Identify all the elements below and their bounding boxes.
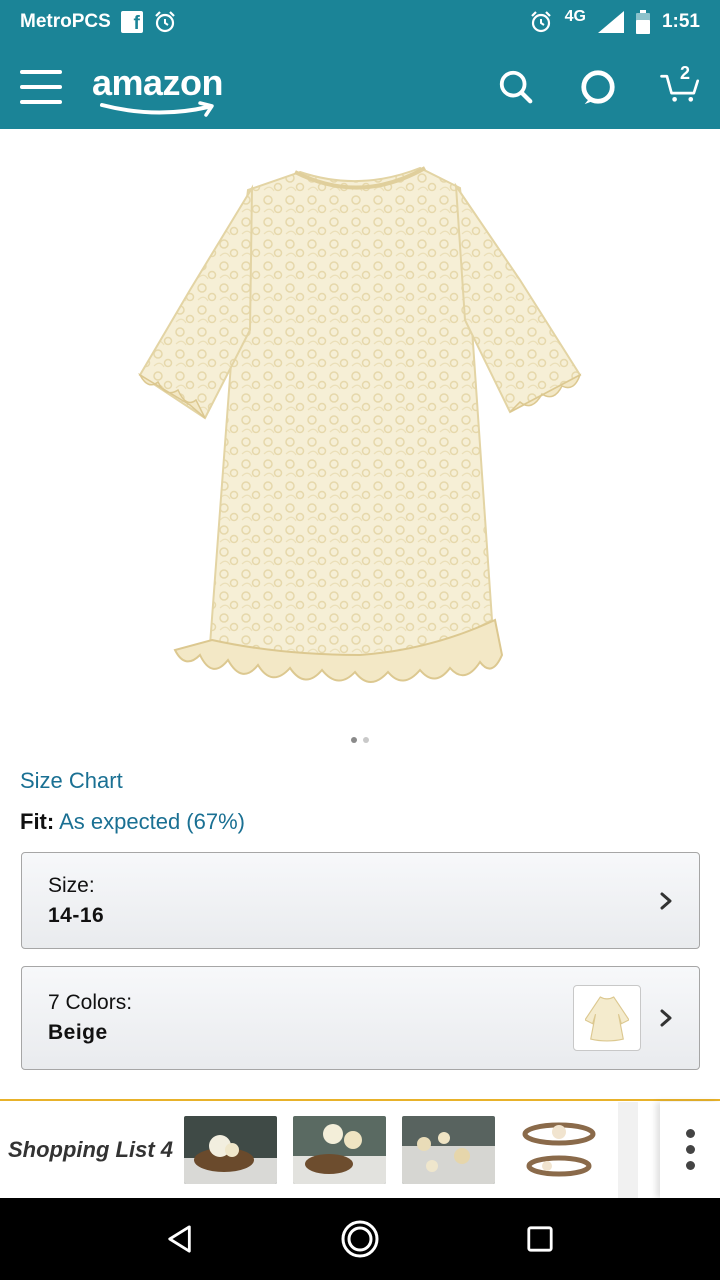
system-nav-bar [0, 1198, 720, 1280]
alarm-icon [530, 11, 551, 33]
size-value: 14-16 [48, 903, 105, 927]
shopping-list-thumbs [184, 1101, 638, 1198]
color-label: 7 Colors: [48, 991, 133, 1014]
alarm-icon [155, 11, 175, 33]
clock: 1:51 [661, 11, 700, 32]
carrier-name: MetroPCS [20, 11, 111, 32]
color-value: Beige [48, 1021, 108, 1044]
fit-info: Fit: As expected (67%) [20, 809, 245, 835]
list-item-thumbnail[interactable] [618, 1101, 638, 1198]
menu-icon[interactable] [20, 69, 62, 104]
shopping-list-title[interactable]: Shopping List 4 [0, 1137, 180, 1163]
cart-icon[interactable]: 2 [660, 63, 700, 107]
list-item-thumbnail[interactable] [184, 1115, 277, 1184]
header-actions: 2 [496, 63, 700, 107]
fit-value-link[interactable]: As expected (67%) [59, 809, 245, 834]
battery-icon [635, 10, 650, 34]
chevron-right-icon [660, 892, 672, 909]
shopping-list-bar: Shopping List 4 [0, 1099, 720, 1198]
chevron-right-icon [660, 1009, 672, 1027]
recents-icon[interactable] [518, 1217, 562, 1261]
signal-icon [597, 11, 624, 33]
search-icon[interactable] [496, 67, 536, 107]
status-right: 4G 1:51 [529, 8, 700, 34]
network-type: 4G [564, 8, 586, 25]
carousel-dot [363, 737, 369, 743]
product-image[interactable] [130, 150, 590, 700]
cart-count: 2 [680, 62, 691, 83]
color-selector[interactable]: 7 Colors: Beige [21, 966, 700, 1070]
back-icon[interactable] [158, 1217, 202, 1261]
status-bar: MetroPCS f 4G 1:51 [0, 0, 720, 44]
alexa-icon[interactable] [578, 67, 618, 107]
logo-smile-icon [100, 100, 214, 117]
more-options-icon[interactable] [660, 1101, 720, 1198]
dress-thumbnail-icon [585, 996, 629, 1042]
app-header: amazon 2 [0, 44, 720, 129]
size-selector-labels: Size: 14-16 [48, 874, 104, 928]
size-label: Size: [48, 873, 95, 897]
carousel-dot [351, 737, 357, 743]
facebook-icon: f [120, 11, 143, 33]
home-icon[interactable] [338, 1217, 382, 1261]
list-item-thumbnail[interactable] [402, 1115, 495, 1184]
logo-text: amazon [92, 61, 224, 103]
size-chart-link[interactable]: Size Chart [20, 768, 123, 794]
status-left: MetroPCS f [20, 10, 177, 34]
carousel-indicator [0, 737, 720, 743]
size-selector[interactable]: Size: 14-16 [21, 852, 700, 949]
amazon-logo[interactable]: amazon [92, 61, 224, 117]
color-selector-labels: 7 Colors: Beige [48, 991, 132, 1045]
color-swatch[interactable] [573, 985, 641, 1051]
list-item-thumbnail[interactable] [511, 1115, 606, 1184]
list-item-thumbnail[interactable] [293, 1115, 386, 1184]
fit-label: Fit: [20, 809, 55, 834]
